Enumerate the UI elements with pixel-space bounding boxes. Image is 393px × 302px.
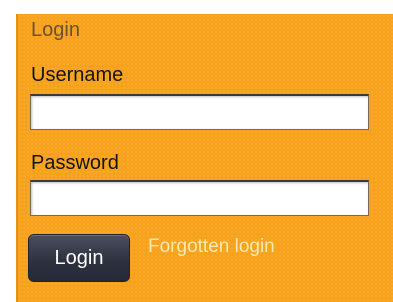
top-strip — [0, 0, 393, 14]
password-label: Password — [31, 152, 119, 174]
username-label: Username — [31, 64, 124, 86]
forgotten-login-link[interactable]: Forgotten login — [148, 236, 275, 258]
password-input[interactable] — [30, 180, 369, 216]
login-heading: Login — [31, 19, 80, 41]
login-button[interactable]: Login — [28, 234, 130, 282]
login-panel: Login Username Password Login Forgotten … — [16, 14, 393, 302]
username-input[interactable] — [30, 94, 369, 130]
